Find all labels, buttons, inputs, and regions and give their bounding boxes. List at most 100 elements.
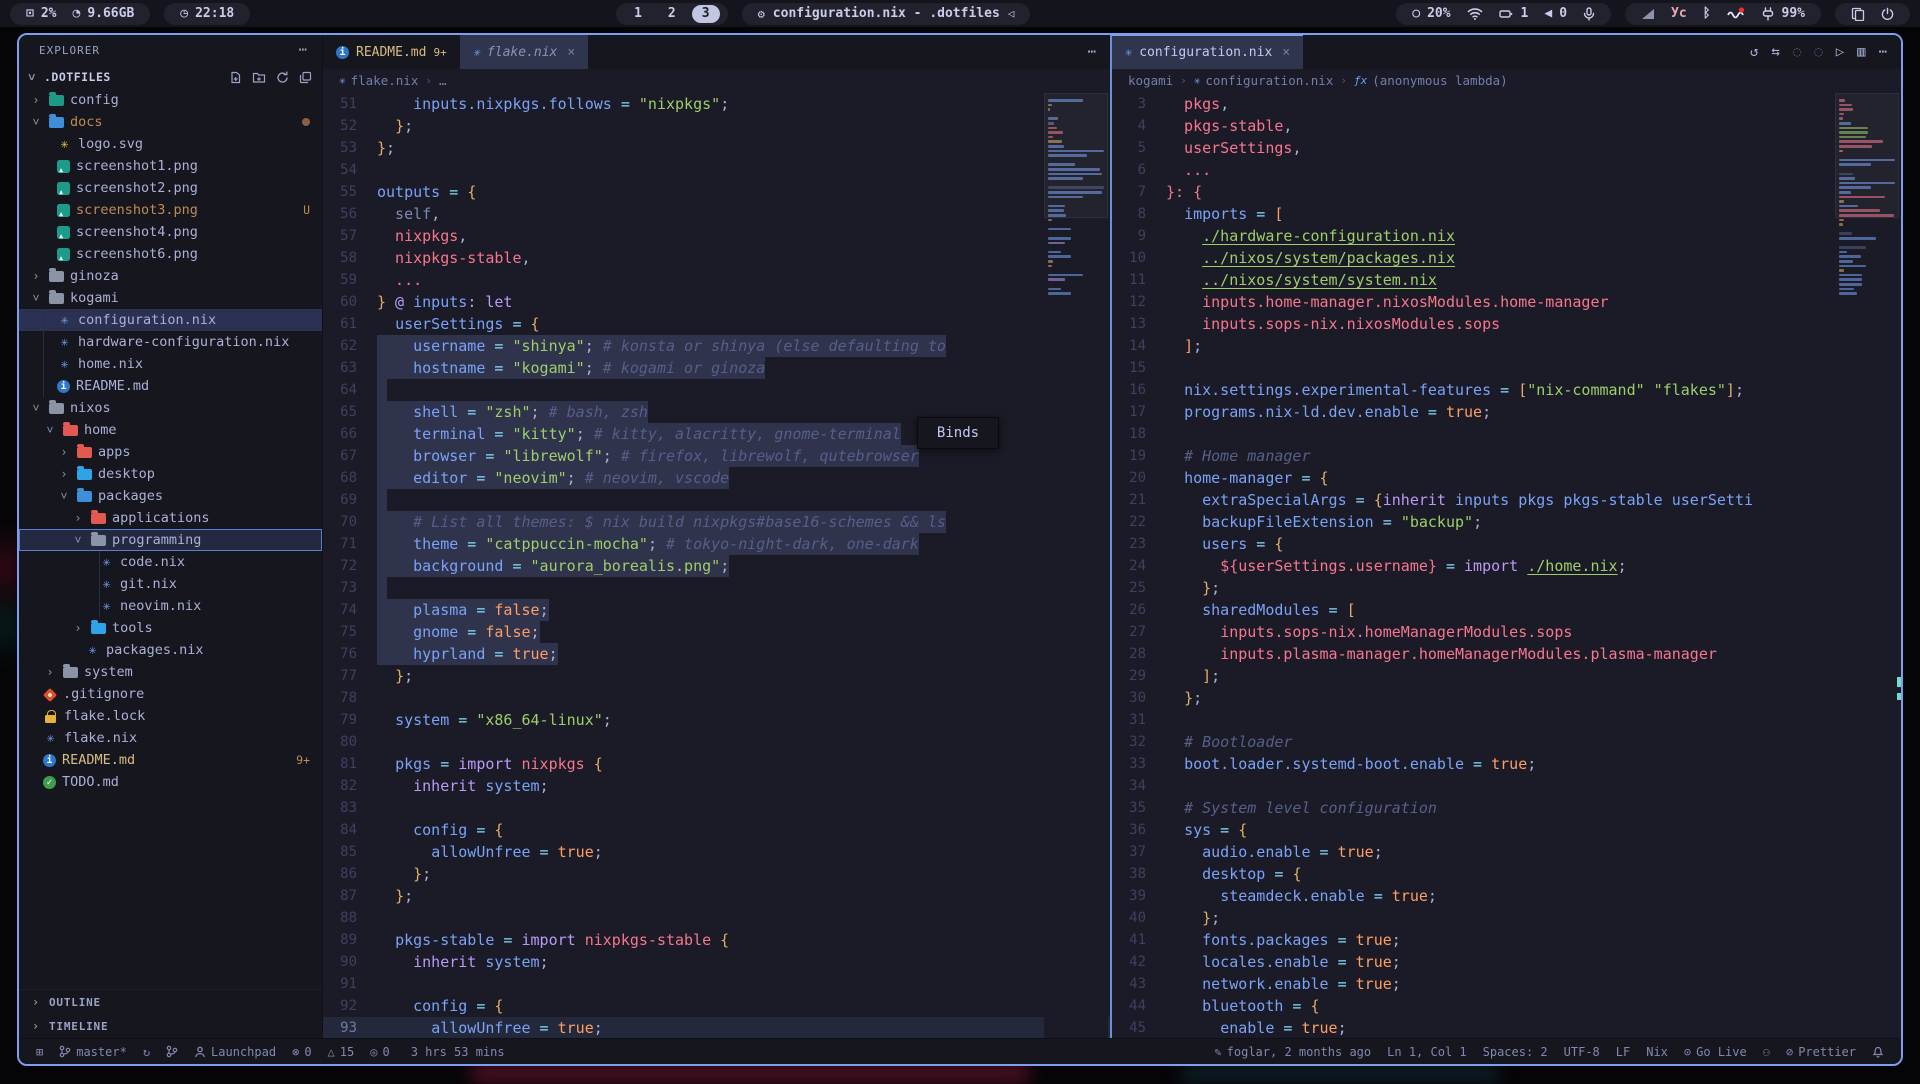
status-source-control-compare[interactable] xyxy=(159,1039,185,1064)
code-line-28[interactable]: 28 inputs.plasma-manager.homeManagerModu… xyxy=(1112,643,1901,665)
code-line-82[interactable]: 82 inherit system; xyxy=(323,775,1110,797)
code-line-76[interactable]: 76 hyprland = true; xyxy=(323,643,1110,665)
breadcrumb-item[interactable]: kogami xyxy=(1128,73,1173,88)
code-line-59[interactable]: 59 ... xyxy=(323,269,1110,291)
code-line-69[interactable]: 69 xyxy=(323,489,1110,511)
status-go-live[interactable]: ⊙Go Live xyxy=(1677,1039,1754,1064)
code-line-9[interactable]: 9 ./hardware-configuration.nix xyxy=(1112,225,1901,247)
code-line-24[interactable]: 24 ${userSettings.username} = import ./h… xyxy=(1112,555,1901,577)
status-cursor-position[interactable]: Ln 1, Col 1 xyxy=(1380,1039,1473,1064)
code-line-41[interactable]: 41 fonts.packages = true; xyxy=(1112,929,1901,951)
new-folder-icon[interactable] xyxy=(252,71,266,84)
code-line-62[interactable]: 62 username = "shinya"; # konsta or shin… xyxy=(323,335,1110,357)
code-line-39[interactable]: 39 steamdeck.enable = true; xyxy=(1112,885,1901,907)
status-git-branch[interactable]: master* xyxy=(52,1039,134,1064)
more-actions-icon[interactable]: ⋯ xyxy=(1088,44,1096,60)
code-line-78[interactable]: 78 xyxy=(323,687,1110,709)
code-line-93[interactable]: 93 allowUnfree = true; xyxy=(323,1017,1110,1038)
code-line-81[interactable]: 81 pkgs = import nixpkgs { xyxy=(323,753,1110,775)
status-errors[interactable]: ⊗0 xyxy=(285,1039,318,1064)
code-line-52[interactable]: 52 }; xyxy=(323,115,1110,137)
prev-change-icon[interactable]: ◌ xyxy=(1793,44,1801,60)
status-indentation[interactable]: Spaces: 2 xyxy=(1476,1039,1555,1064)
tree-item-code.nix[interactable]: ✳code.nix xyxy=(19,551,322,573)
code-line-5[interactable]: 5 userSettings, xyxy=(1112,137,1901,159)
tree-item-flake.nix[interactable]: ✳flake.nix xyxy=(19,727,322,749)
breadcrumb-item[interactable]: ✳flake.nix xyxy=(339,73,418,88)
status-wakatime[interactable]: 3 hrs 53 mins xyxy=(399,1039,512,1064)
next-change-icon[interactable]: ◌ xyxy=(1814,44,1822,60)
split-editor-icon[interactable]: ▥ xyxy=(1857,44,1865,60)
minimap-slider[interactable] xyxy=(1835,93,1899,218)
workspace-root-row[interactable]: ˅ .DOTFILES xyxy=(19,65,322,89)
code-line-3[interactable]: 3 pkgs, xyxy=(1112,93,1901,115)
tab-README.md[interactable]: iREADME.md9+ xyxy=(323,35,460,69)
code-line-61[interactable]: 61 userSettings = { xyxy=(323,313,1110,335)
tree-item-programming[interactable]: ˅programming xyxy=(19,529,322,551)
code-line-8[interactable]: 8 imports = [ xyxy=(1112,203,1901,225)
status-language-mode[interactable]: Nix xyxy=(1639,1039,1675,1064)
code-line-34[interactable]: 34 xyxy=(1112,775,1901,797)
code-line-38[interactable]: 38 desktop = { xyxy=(1112,863,1901,885)
code-line-53[interactable]: 53}; xyxy=(323,137,1110,159)
code-line-16[interactable]: 16 nix.settings.experimental-features = … xyxy=(1112,379,1901,401)
editor-flake-nix[interactable]: 51 inputs.nixpkgs.follows = "nixpkgs";52… xyxy=(323,91,1110,1038)
code-line-37[interactable]: 37 audio.enable = true; xyxy=(1112,841,1901,863)
new-file-icon[interactable] xyxy=(229,71,242,84)
code-line-7[interactable]: 7}: { xyxy=(1112,181,1901,203)
code-line-23[interactable]: 23 users = { xyxy=(1112,533,1901,555)
tab-configuration.nix[interactable]: ✳configuration.nix× xyxy=(1112,35,1303,69)
code-line-83[interactable]: 83 xyxy=(323,797,1110,819)
code-line-15[interactable]: 15 xyxy=(1112,357,1901,379)
code-line-29[interactable]: 29 ]; xyxy=(1112,665,1901,687)
minimap-slider[interactable] xyxy=(1044,93,1108,218)
tree-item-applications[interactable]: ›applications xyxy=(19,507,322,529)
code-line-33[interactable]: 33 boot.loader.systemd-boot.enable = tru… xyxy=(1112,753,1901,775)
code-line-85[interactable]: 85 allowUnfree = true; xyxy=(323,841,1110,863)
status-git-blame[interactable]: ✎foglar, 2 months ago xyxy=(1207,1039,1378,1064)
code-line-77[interactable]: 77 }; xyxy=(323,665,1110,687)
code-line-40[interactable]: 40 }; xyxy=(1112,907,1901,929)
tray-app-icon[interactable] xyxy=(1727,7,1745,20)
code-line-60[interactable]: 60} @ inputs: let xyxy=(323,291,1110,313)
collapse-folders-icon[interactable] xyxy=(299,71,312,84)
bluetooth-icon[interactable]: ᛒ xyxy=(1703,6,1711,21)
tree-item-screenshot3.png[interactable]: screenshot3.pngU xyxy=(19,199,322,221)
tree-item-hardware-configuration.nix[interactable]: ✳hardware-configuration.nix xyxy=(19,331,322,353)
code-line-13[interactable]: 13 inputs.sops-nix.nixosModules.sops xyxy=(1112,313,1901,335)
code-line-32[interactable]: 32 # Bootloader xyxy=(1112,731,1901,753)
tree-item-logo.svg[interactable]: ✳logo.svg xyxy=(19,133,322,155)
code-line-84[interactable]: 84 config = { xyxy=(323,819,1110,841)
code-line-25[interactable]: 25 }; xyxy=(1112,577,1901,599)
tree-item-screenshot2.png[interactable]: screenshot2.png xyxy=(19,177,322,199)
code-line-19[interactable]: 19 # Home manager xyxy=(1112,445,1901,467)
tree-item-screenshot6.png[interactable]: screenshot6.png xyxy=(19,243,322,265)
tree-item-TODO.md[interactable]: ✓TODO.md xyxy=(19,771,322,793)
tree-item-home[interactable]: ˅home xyxy=(19,419,322,441)
code-line-73[interactable]: 73 xyxy=(323,577,1110,599)
refresh-explorer-icon[interactable] xyxy=(276,71,289,84)
tree-item-README.md[interactable]: iREADME.md9+ xyxy=(19,749,322,771)
tree-item-desktop[interactable]: ›desktop xyxy=(19,463,322,485)
workspace-1[interactable]: 1 xyxy=(624,5,652,23)
code-line-18[interactable]: 18 xyxy=(1112,423,1901,445)
code-line-57[interactable]: 57 nixpkgs, xyxy=(323,225,1110,247)
status-remote-indicator[interactable]: ⊞ xyxy=(29,1039,50,1064)
code-line-14[interactable]: 14 ]; xyxy=(1112,335,1901,357)
minimap[interactable] xyxy=(1835,93,1899,1038)
code-line-63[interactable]: 63 hostname = "kogami"; # kogami or gino… xyxy=(323,357,1110,379)
plug-icon[interactable]: 99% xyxy=(1761,6,1805,21)
status-warnings[interactable]: △15 xyxy=(321,1039,362,1064)
tree-item-configuration.nix[interactable]: ✳configuration.nix xyxy=(19,309,322,331)
code-line-27[interactable]: 27 inputs.sops-nix.homeManagerModules.so… xyxy=(1112,621,1901,643)
code-line-71[interactable]: 71 theme = "catppuccin-mocha"; # tokyo-n… xyxy=(323,533,1110,555)
code-line-6[interactable]: 6 ... xyxy=(1112,159,1901,181)
tree-item-flake.lock[interactable]: flake.lock xyxy=(19,705,322,727)
timeline-icon[interactable]: ↺ xyxy=(1750,44,1758,60)
code-line-74[interactable]: 74 plasma = false; xyxy=(323,599,1110,621)
code-line-80[interactable]: 80 xyxy=(323,731,1110,753)
tab-flake.nix[interactable]: ✳flake.nix× xyxy=(460,35,589,69)
mic-icon[interactable] xyxy=(1583,7,1595,21)
code-line-55[interactable]: 55outputs = { xyxy=(323,181,1110,203)
code-line-42[interactable]: 42 locales.enable = true; xyxy=(1112,951,1901,973)
